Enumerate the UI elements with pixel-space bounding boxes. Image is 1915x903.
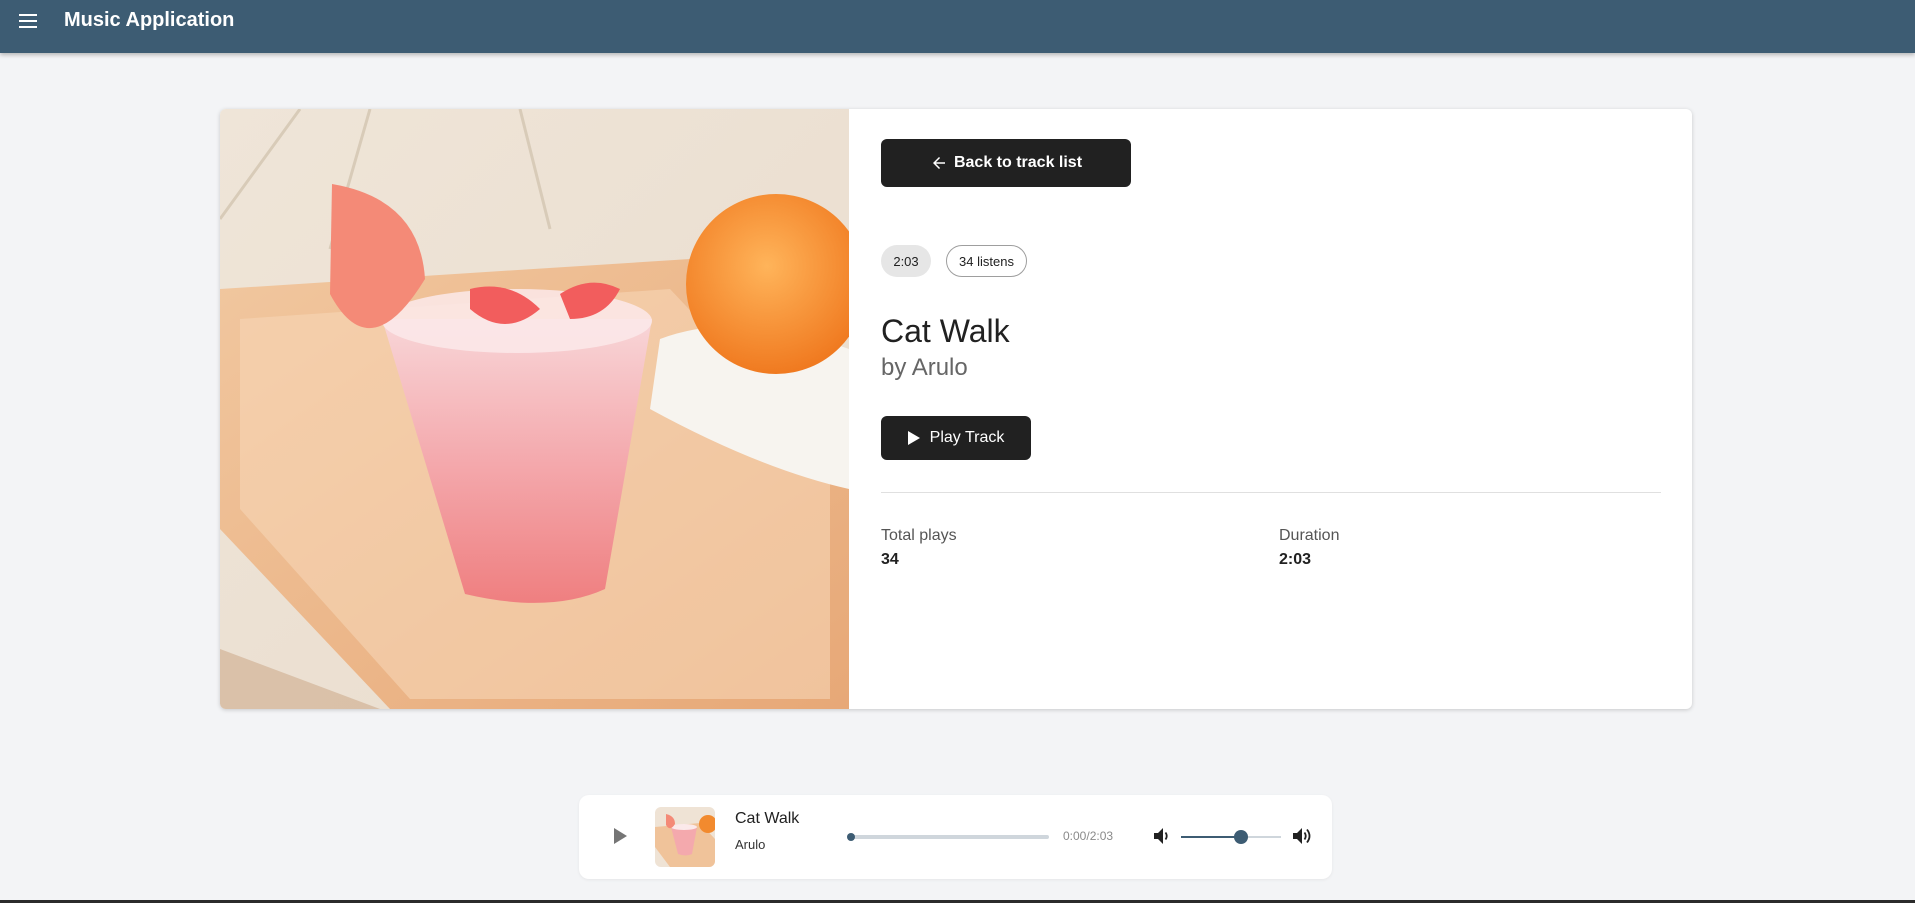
play-icon xyxy=(907,431,920,445)
progress-track xyxy=(849,835,1049,839)
app-bar: Music Application xyxy=(0,0,1915,53)
player-thumbnail xyxy=(655,807,715,867)
divider xyxy=(881,492,1661,493)
duration-chip: 2:03 xyxy=(881,245,931,277)
track-cover-image xyxy=(220,109,849,709)
total-plays-label: Total plays xyxy=(881,527,957,544)
volume-down-icon[interactable] xyxy=(1153,826,1171,846)
progress-thumb[interactable] xyxy=(847,833,855,841)
menu-icon[interactable] xyxy=(16,6,40,36)
volume-thumb[interactable] xyxy=(1234,830,1248,844)
duration-label: Duration xyxy=(1279,527,1340,544)
volume-slider[interactable] xyxy=(1181,830,1281,844)
player-track-title: Cat Walk xyxy=(735,810,800,827)
track-detail-card: Back to track list 2:03 34 listens Cat W… xyxy=(220,109,1692,709)
play-icon[interactable] xyxy=(612,827,628,845)
player-time: 0:00/2:03 xyxy=(1063,829,1114,843)
track-artist: by Arulo xyxy=(881,354,968,381)
play-track-label: Play Track xyxy=(929,429,1005,446)
track-title: Cat Walk xyxy=(881,313,1010,349)
duration-value: 2:03 xyxy=(1279,551,1312,568)
play-track-button[interactable]: Play Track xyxy=(881,416,1031,460)
back-to-track-list-button[interactable]: Back to track list xyxy=(881,139,1131,187)
volume-fill xyxy=(1181,836,1241,838)
mini-player: Cat Walk Arulo 0:00/2:03 xyxy=(579,795,1332,879)
progress-slider[interactable] xyxy=(847,833,1049,841)
player-track-artist: Arulo xyxy=(735,837,766,852)
listens-chip: 34 listens xyxy=(946,245,1027,277)
arrow-left-icon xyxy=(932,157,945,169)
total-plays-value: 34 xyxy=(881,551,899,568)
volume-up-icon[interactable] xyxy=(1292,826,1314,846)
track-details: Back to track list 2:03 34 listens Cat W… xyxy=(881,109,1661,709)
back-button-label: Back to track list xyxy=(953,154,1083,171)
app-title: Music Application xyxy=(64,9,235,31)
